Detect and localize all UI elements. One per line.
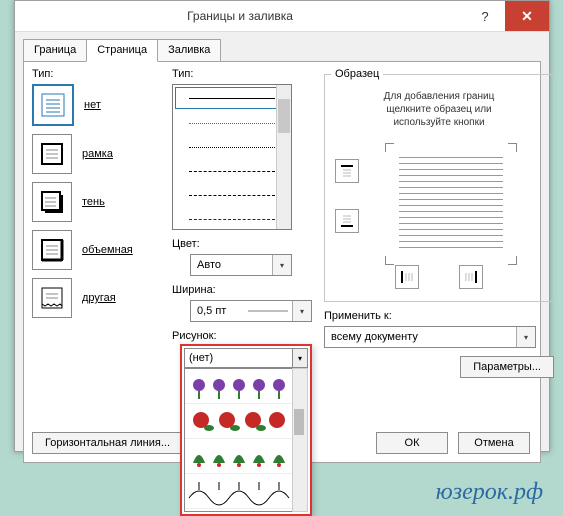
setting-box-label: рамка [82, 148, 113, 160]
setting-none-icon [32, 84, 74, 126]
art-scrollbar[interactable] [292, 368, 308, 512]
cancel-button[interactable]: Отмена [458, 432, 530, 454]
width-combo[interactable]: 0,5 пт ▾ [190, 300, 312, 322]
help-button[interactable]: ? [465, 1, 505, 31]
setting-shadow[interactable]: тень [32, 182, 162, 222]
setting-3d-icon [32, 230, 72, 270]
chevron-down-icon[interactable]: ▾ [292, 348, 308, 368]
setting-custom-icon [32, 278, 72, 318]
setting-custom[interactable]: другая [32, 278, 162, 318]
preview-hint: Для добавления границ щелкните образец и… [331, 90, 547, 129]
art-option-vine[interactable] [185, 474, 293, 509]
preview-legend: Образец [331, 68, 383, 80]
tab-page[interactable]: Страница [86, 39, 158, 62]
edge-bottom-button[interactable] [335, 209, 359, 233]
setting-box-icon [32, 134, 72, 174]
options-button[interactable]: Параметры... [460, 356, 554, 378]
watermark: юзерок.рф [436, 479, 543, 506]
art-options-list[interactable] [184, 368, 294, 512]
ok-button[interactable]: ОК [376, 432, 448, 454]
setting-none[interactable]: нет [32, 84, 162, 126]
chevron-down-icon: ▾ [272, 255, 291, 275]
setting-none-label: нет [84, 99, 101, 111]
width-preview-line [248, 308, 288, 314]
applyto-label: Применить к: [324, 310, 554, 322]
close-button[interactable]: ✕ [505, 1, 549, 31]
chevron-down-icon: ▾ [516, 327, 535, 347]
style-scrollbar[interactable] [276, 85, 291, 229]
applyto-value: всему документу [325, 331, 516, 343]
dialog-title: Границы и заливка [15, 9, 465, 23]
tabstrip: Граница Страница Заливка [15, 32, 549, 61]
style-list[interactable] [172, 84, 292, 230]
applyto-combo[interactable]: всему документу ▾ [324, 326, 536, 348]
close-icon: ✕ [521, 8, 533, 25]
art-value[interactable]: (нет) [184, 348, 296, 368]
horizontal-line-button[interactable]: Горизонтальная линия... [32, 432, 183, 454]
style-dashed-wide[interactable] [173, 183, 291, 207]
art-label: Рисунок: [172, 330, 312, 342]
color-combo[interactable]: Авто ▾ [190, 254, 292, 276]
color-value: Авто [191, 259, 272, 271]
setting-column: Тип: нет рамка те [32, 68, 162, 326]
setting-shadow-icon [32, 182, 72, 222]
scrollbar-thumb[interactable] [278, 99, 290, 133]
setting-custom-label: другая [82, 292, 116, 304]
style-label: Тип: [172, 68, 312, 80]
chevron-down-icon: ▾ [292, 301, 311, 321]
style-dotted-fine[interactable] [173, 111, 291, 135]
setting-box[interactable]: рамка [32, 134, 162, 174]
width-label: Ширина: [172, 284, 312, 296]
preview-area [331, 139, 547, 269]
art-option-leaves-green[interactable] [185, 439, 293, 474]
width-value: 0,5 пт [191, 305, 248, 317]
color-label: Цвет: [172, 238, 312, 250]
art-dropdown-popup: (нет) ▾ [180, 344, 312, 516]
style-dotted[interactable] [173, 135, 291, 159]
art-option-roses-red[interactable] [185, 404, 293, 439]
setting-3d[interactable]: объемная [32, 230, 162, 270]
setting-3d-label: объемная [82, 244, 133, 256]
style-solid[interactable] [174, 86, 290, 110]
preview-doc[interactable] [391, 149, 511, 259]
tab-shading[interactable]: Заливка [157, 39, 221, 62]
preview-fieldset: Образец Для добавления границ щелкните о… [324, 68, 554, 302]
style-dashed[interactable] [173, 159, 291, 183]
scrollbar-thumb[interactable] [294, 409, 304, 435]
preview-column: Образец Для добавления границ щелкните о… [324, 68, 554, 378]
setting-shadow-label: тень [82, 196, 105, 208]
style-dashdot[interactable] [173, 207, 291, 231]
tab-border[interactable]: Граница [23, 39, 87, 62]
edge-top-button[interactable] [335, 159, 359, 183]
art-option-flowers-purple[interactable] [185, 369, 293, 404]
style-column: Тип: Цвет: Авто ▾ Ширина: 0,5 [172, 68, 312, 346]
setting-label: Тип: [32, 68, 162, 80]
titlebar: Границы и заливка ? ✕ [15, 1, 549, 32]
